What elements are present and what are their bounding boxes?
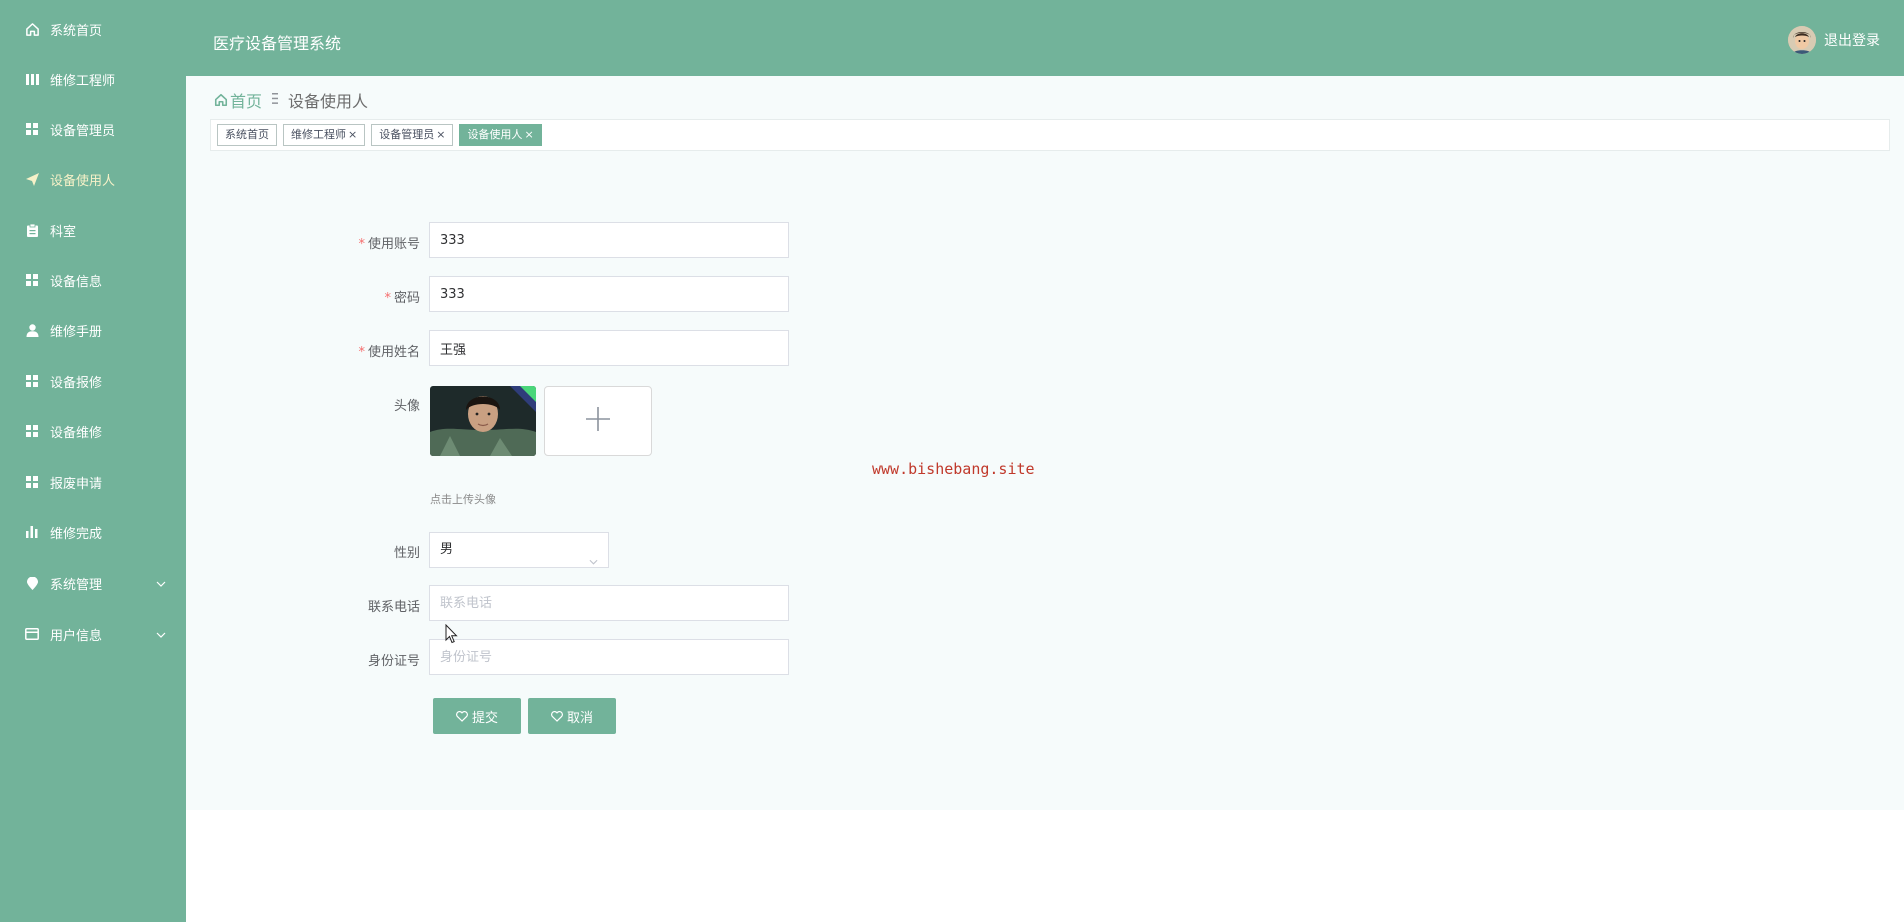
tags-view-bar: 系统首页 维修工程师 × 设备管理员 × 设备使用人 × <box>210 119 1890 151</box>
tag-engineer[interactable]: 维修工程师 × <box>283 124 366 146</box>
tag-label: 维修工程师 <box>291 128 346 141</box>
paper-plane-icon <box>24 171 40 187</box>
close-icon[interactable]: × <box>524 128 533 141</box>
chevron-down-icon <box>156 627 166 642</box>
heart-icon <box>456 710 468 722</box>
sidebar-item-manual[interactable]: 维修手册 <box>0 305 186 355</box>
home-icon <box>214 93 228 107</box>
sidebar-item-label: 设备报修 <box>50 375 103 391</box>
sidebar-item-label: 科室 <box>50 224 77 240</box>
grid-icon <box>24 423 40 439</box>
location-pin-icon <box>24 575 40 591</box>
required-mark: * <box>358 345 365 360</box>
mouse-cursor-icon <box>445 623 459 648</box>
grid-icon <box>24 121 40 137</box>
account-input[interactable] <box>429 222 789 258</box>
sidebar-item-repair-request[interactable]: 设备报修 <box>0 356 186 406</box>
grid-icon <box>24 373 40 389</box>
grid-icon <box>24 272 40 288</box>
avatar-preview-image[interactable] <box>430 386 536 456</box>
gender-select[interactable]: 男 <box>429 532 609 568</box>
breadcrumb-home[interactable]: 首页 <box>214 88 262 112</box>
sidebar-item-label: 设备信息 <box>50 274 103 290</box>
password-input[interactable] <box>429 276 789 312</box>
id-card-icon <box>24 626 40 642</box>
sidebar-item-label: 维修完成 <box>50 526 103 542</box>
avatar-label: 头像 <box>393 399 420 414</box>
logout-button[interactable]: 退出登录 <box>1824 30 1880 50</box>
sidebar-item-label: 维修工程师 <box>50 73 116 89</box>
name-label: * 使用姓名 <box>300 341 420 360</box>
phone-label: 联系电话 <box>367 600 420 615</box>
clipboard-icon <box>24 222 40 238</box>
id-number-label: 身份证号 <box>367 654 420 669</box>
chevron-down-icon <box>589 545 598 579</box>
sidebar-item-repair-done[interactable]: 维修完成 <box>0 507 186 557</box>
name-input[interactable] <box>429 330 789 366</box>
user-avatar[interactable] <box>1788 26 1816 54</box>
tag-label: 设备管理员 <box>379 128 435 141</box>
sidebar-item-label: 设备维修 <box>50 425 103 441</box>
id-number-input[interactable] <box>429 639 789 675</box>
tag-device-user[interactable]: 设备使用人 × <box>459 124 542 146</box>
sidebar-item-label: 系统管理 <box>50 577 103 593</box>
tag-device-admin[interactable]: 设备管理员 × <box>371 124 454 146</box>
required-mark: * <box>358 237 365 252</box>
breadcrumb-separator-icon <box>272 92 279 108</box>
plus-icon <box>585 406 611 436</box>
watermark: www.bishebang.site <box>872 460 1035 478</box>
top-header: 医疗设备管理系统 退出登录 <box>186 0 1904 76</box>
password-label: * 密码 <box>300 287 420 306</box>
grid-icon <box>24 474 40 490</box>
sidebar-item-repair[interactable]: 设备维修 <box>0 406 186 456</box>
breadcrumb-home-label: 首页 <box>230 92 263 111</box>
password-label-text: 密码 <box>393 291 420 306</box>
sidebar-item-engineer[interactable]: 维修工程师 <box>0 54 186 104</box>
sidebar-item-home[interactable]: 系统首页 <box>0 4 186 54</box>
bar-chart-icon <box>24 524 40 540</box>
name-label-text: 使用姓名 <box>367 345 420 360</box>
sidebar-item-system[interactable]: 系统管理 <box>0 558 186 608</box>
close-icon[interactable]: × <box>436 128 445 141</box>
columns-icon <box>24 71 40 87</box>
heart-icon <box>551 710 563 722</box>
breadcrumb-current: 设备使用人 <box>288 92 369 111</box>
cancel-label: 取消 <box>566 710 593 726</box>
home-icon <box>24 21 40 37</box>
required-mark: * <box>384 291 391 306</box>
submit-label: 提交 <box>471 710 498 726</box>
tag-label: 系统首页 <box>225 128 269 141</box>
sidebar-item-label: 设备管理员 <box>50 123 116 139</box>
sidebar-item-device-user[interactable]: 设备使用人 <box>0 154 186 204</box>
content-footer-area <box>186 810 1904 922</box>
sidebar-item-label: 系统首页 <box>50 23 103 39</box>
account-label: * 使用账号 <box>300 233 420 252</box>
breadcrumb: 首页 设备使用人 <box>214 88 368 112</box>
sidebar-item-scrap[interactable]: 报废申请 <box>0 457 186 507</box>
sidebar-item-device-info[interactable]: 设备信息 <box>0 255 186 305</box>
tag-label: 设备使用人 <box>467 128 523 141</box>
gender-label: 性别 <box>393 546 420 561</box>
sidebar-item-department[interactable]: 科室 <box>0 205 186 255</box>
phone-input[interactable] <box>429 585 789 621</box>
sidebar: 系统首页 维修工程师 设备管理员 设备使用人 科室 设备信息 维修手册 设备报修… <box>0 0 186 922</box>
avatar-upload-hint: 点击上传头像 <box>430 493 496 506</box>
sidebar-item-user-info[interactable]: 用户信息 <box>0 609 186 659</box>
sidebar-item-label: 维修手册 <box>50 324 103 340</box>
cancel-button[interactable]: 取消 <box>528 698 616 734</box>
gender-selected-value: 男 <box>440 542 454 557</box>
chevron-down-icon <box>156 576 166 591</box>
avatar-upload-button[interactable] <box>544 386 652 456</box>
sidebar-item-label: 报废申请 <box>50 476 103 492</box>
account-label-text: 使用账号 <box>367 237 420 252</box>
tag-home[interactable]: 系统首页 <box>217 124 277 146</box>
submit-button[interactable]: 提交 <box>433 698 521 734</box>
user-icon <box>24 322 40 338</box>
sidebar-item-label: 设备使用人 <box>50 173 116 189</box>
app-title: 医疗设备管理系统 <box>213 34 342 53</box>
sidebar-item-label: 用户信息 <box>50 628 103 644</box>
sidebar-item-device-admin[interactable]: 设备管理员 <box>0 104 186 154</box>
close-icon[interactable]: × <box>348 128 357 141</box>
